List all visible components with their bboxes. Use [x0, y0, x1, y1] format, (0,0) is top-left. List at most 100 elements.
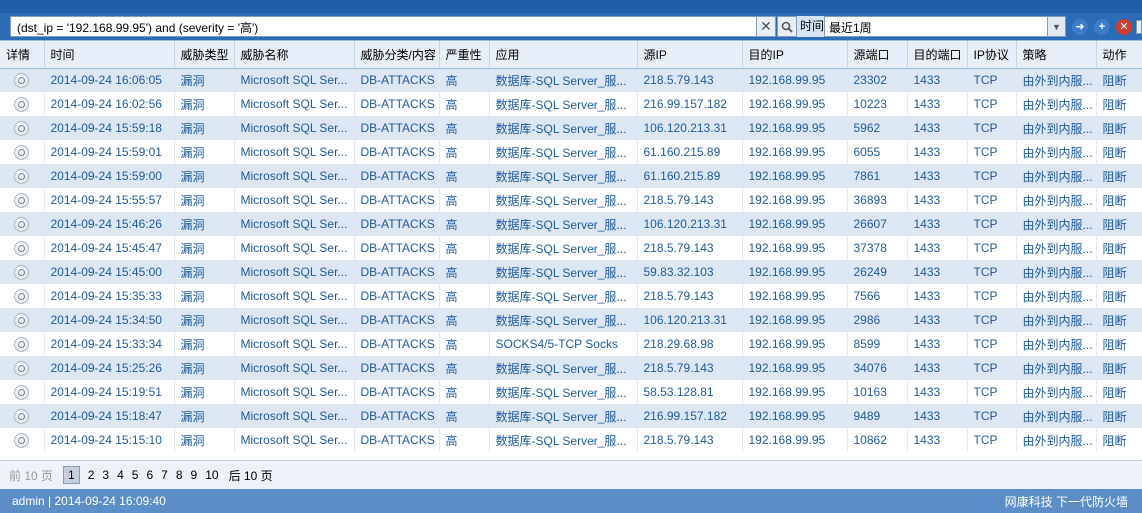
page-link-8[interactable]: 8 [176, 468, 183, 482]
column-header-severity[interactable]: 严重性 [439, 41, 490, 69]
cell-threat-type[interactable]: 漏洞 [174, 284, 235, 308]
cell-dst-ip[interactable]: 192.168.99.95 [742, 116, 848, 140]
cell-threat-category[interactable]: DB-ATTACKS [354, 92, 440, 116]
magnifier-icon[interactable] [14, 72, 30, 88]
cell-policy[interactable]: 由外到内服... [1016, 92, 1097, 116]
cell-threat-category[interactable]: DB-ATTACKS [354, 260, 440, 284]
cell-action[interactable]: 阻断 [1096, 116, 1142, 140]
cell-ip-protocol[interactable]: TCP [967, 212, 1017, 236]
cell-threat-name[interactable]: Microsoft SQL Ser... [234, 260, 355, 284]
cell-threat-name[interactable]: Microsoft SQL Ser... [234, 380, 355, 404]
magnifier-icon[interactable] [14, 384, 30, 400]
column-header-dst-port[interactable]: 目的端口 [907, 41, 968, 69]
cell-severity[interactable]: 高 [439, 68, 490, 92]
cell-threat-category[interactable]: DB-ATTACKS [354, 188, 440, 212]
cell-threat-category[interactable]: DB-ATTACKS [354, 212, 440, 236]
cell-time[interactable]: 2014-09-24 15:35:33 [44, 284, 175, 308]
cell-dst-port[interactable]: 1433 [907, 68, 968, 92]
cell-threat-name[interactable]: Microsoft SQL Ser... [234, 92, 355, 116]
cell-dst-port[interactable]: 1433 [907, 260, 968, 284]
magnifier-icon[interactable] [14, 144, 30, 160]
cell-threat-type[interactable]: 漏洞 [174, 236, 235, 260]
cell-src-ip[interactable]: 218.5.79.143 [637, 236, 743, 260]
cell-policy[interactable]: 由外到内服... [1016, 428, 1097, 452]
table-row[interactable]: 2014-09-24 15:15:10 漏洞 Microsoft SQL Ser..… [0, 428, 1142, 452]
close-icon[interactable]: ✕ [756, 16, 776, 37]
column-header-threat-category[interactable]: 威胁分类/内容 [354, 41, 440, 69]
table-row[interactable]: 2014-09-24 15:18:47 漏洞 Microsoft SQL Ser..… [0, 404, 1142, 428]
table-row[interactable]: 2014-09-24 15:34:50 漏洞 Microsoft SQL Ser..… [0, 308, 1142, 332]
cell-severity[interactable]: 高 [439, 164, 490, 188]
cell-ip-protocol[interactable]: TCP [967, 68, 1017, 92]
cell-policy[interactable]: 由外到内服... [1016, 236, 1097, 260]
cell-threat-type[interactable]: 漏洞 [174, 164, 235, 188]
cell-policy[interactable]: 由外到内服... [1016, 380, 1097, 404]
cell-threat-type[interactable]: 漏洞 [174, 428, 235, 452]
cell-threat-category[interactable]: DB-ATTACKS [354, 236, 440, 260]
cell-threat-name[interactable]: Microsoft SQL Ser... [234, 308, 355, 332]
cell-dst-ip[interactable]: 192.168.99.95 [742, 284, 848, 308]
cell-dst-ip[interactable]: 192.168.99.95 [742, 164, 848, 188]
cell-application[interactable]: 数据库-SQL Server_服... [489, 380, 638, 404]
column-header-policy[interactable]: 策略 [1016, 41, 1097, 69]
more-toolbar-handle[interactable] [1136, 20, 1142, 34]
cell-time[interactable]: 2014-09-24 15:59:01 [44, 140, 175, 164]
cell-dst-port[interactable]: 1433 [907, 308, 968, 332]
cell-threat-category[interactable]: DB-ATTACKS [354, 428, 440, 452]
magnifier-icon[interactable] [14, 240, 30, 256]
table-row[interactable]: 2014-09-24 15:45:00 漏洞 Microsoft SQL Ser..… [0, 260, 1142, 284]
cell-src-ip[interactable]: 106.120.213.31 [637, 212, 743, 236]
cell-action[interactable]: 阻断 [1096, 260, 1142, 284]
cell-src-ip[interactable]: 58.53.128.81 [637, 380, 743, 404]
column-header-application[interactable]: 应用 [489, 41, 638, 69]
column-header-src-ip[interactable]: 源IP [637, 41, 743, 69]
cell-src-port[interactable]: 10163 [847, 380, 908, 404]
cell-severity[interactable]: 高 [439, 116, 490, 140]
cell-action[interactable]: 阻断 [1096, 308, 1142, 332]
page-link-4[interactable]: 4 [117, 468, 124, 482]
cell-action[interactable]: 阻断 [1096, 212, 1142, 236]
magnifier-icon[interactable] [14, 192, 30, 208]
cell-src-ip[interactable]: 218.5.79.143 [637, 68, 743, 92]
cell-src-port[interactable]: 8599 [847, 332, 908, 356]
cell-src-ip[interactable]: 218.29.68.98 [637, 332, 743, 356]
cell-action[interactable]: 阻断 [1096, 284, 1142, 308]
page-link-1[interactable]: 1 [63, 466, 80, 484]
cell-application[interactable]: 数据库-SQL Server_服... [489, 116, 638, 140]
cell-severity[interactable]: 高 [439, 428, 490, 452]
page-link-2[interactable]: 2 [88, 468, 95, 482]
cell-time[interactable]: 2014-09-24 16:02:56 [44, 92, 175, 116]
table-row[interactable]: 2014-09-24 15:45:47 漏洞 Microsoft SQL Ser..… [0, 236, 1142, 260]
plus-icon[interactable]: + [1094, 19, 1110, 35]
cell-ip-protocol[interactable]: TCP [967, 116, 1017, 140]
cell-src-port[interactable]: 9489 [847, 404, 908, 428]
cell-application[interactable]: 数据库-SQL Server_服... [489, 92, 638, 116]
cell-src-port[interactable]: 7861 [847, 164, 908, 188]
cell-policy[interactable]: 由外到内服... [1016, 212, 1097, 236]
cell-src-ip[interactable]: 216.99.157.182 [637, 404, 743, 428]
cell-threat-type[interactable]: 漏洞 [174, 404, 235, 428]
cell-threat-type[interactable]: 漏洞 [174, 140, 235, 164]
cell-src-ip[interactable]: 218.5.79.143 [637, 284, 743, 308]
cell-dst-port[interactable]: 1433 [907, 140, 968, 164]
cell-ip-protocol[interactable]: TCP [967, 260, 1017, 284]
cell-ip-protocol[interactable]: TCP [967, 428, 1017, 452]
magnifier-icon[interactable] [14, 432, 30, 448]
remove-icon[interactable]: ✕ [1116, 19, 1132, 35]
cell-time[interactable]: 2014-09-24 15:33:34 [44, 332, 175, 356]
cell-policy[interactable]: 由外到内服... [1016, 68, 1097, 92]
magnifier-icon[interactable] [14, 120, 30, 136]
cell-severity[interactable]: 高 [439, 356, 490, 380]
cell-action[interactable]: 阻断 [1096, 68, 1142, 92]
magnifier-icon[interactable] [14, 264, 30, 280]
cell-time[interactable]: 2014-09-24 15:45:00 [44, 260, 175, 284]
cell-time[interactable]: 2014-09-24 15:15:10 [44, 428, 175, 452]
cell-threat-category[interactable]: DB-ATTACKS [354, 380, 440, 404]
cell-severity[interactable]: 高 [439, 308, 490, 332]
cell-dst-port[interactable]: 1433 [907, 212, 968, 236]
cell-dst-ip[interactable]: 192.168.99.95 [742, 260, 848, 284]
cell-threat-type[interactable]: 漏洞 [174, 116, 235, 140]
cell-threat-name[interactable]: Microsoft SQL Ser... [234, 236, 355, 260]
magnifier-icon[interactable] [14, 288, 30, 304]
cell-action[interactable]: 阻断 [1096, 188, 1142, 212]
